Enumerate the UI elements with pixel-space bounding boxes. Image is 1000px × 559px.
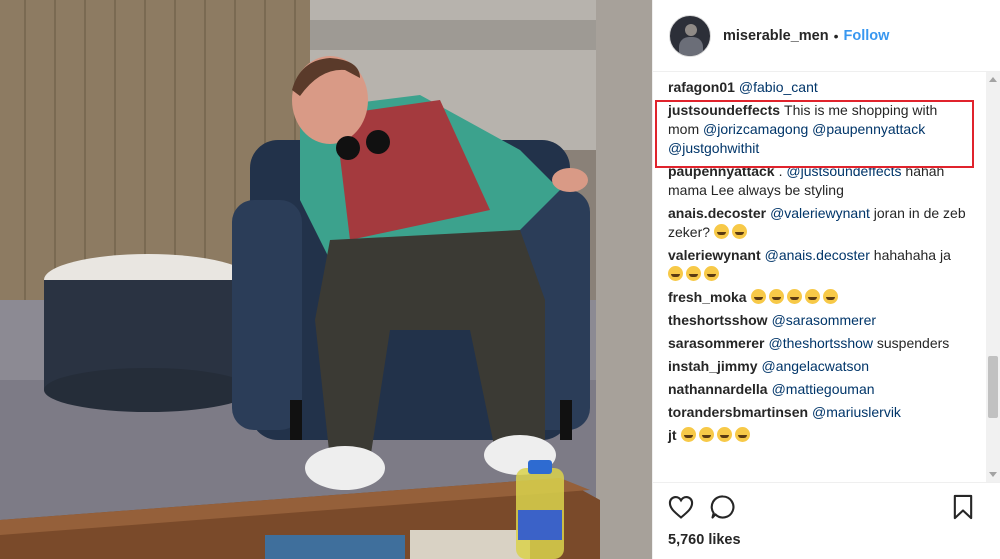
- bookmark-icon[interactable]: [949, 493, 977, 521]
- comments-list: rafagon01 @fabio_cant justsoundeffects This…: [653, 72, 989, 482]
- comment-author[interactable]: instah_jimmy: [668, 358, 757, 374]
- post-photo[interactable]: [0, 0, 652, 559]
- comment-mention-link[interactable]: @theshortsshow: [769, 335, 873, 351]
- post-side-panel: miserable_men • Follow rafagon01 @fabio_c…: [652, 0, 1000, 559]
- comment-item: torandersbmartinsen @mariuslervik: [668, 403, 968, 422]
- separator-dot: •: [833, 27, 839, 44]
- comment-item: rafagon01 @fabio_cant: [668, 78, 968, 97]
- comment-author[interactable]: nathannardella: [668, 381, 768, 397]
- comment-text: hahahaha ja: [869, 247, 951, 263]
- comment-author[interactable]: torandersbmartinsen: [668, 404, 808, 420]
- comment-author[interactable]: anais.decoster: [668, 205, 766, 221]
- grin-sweat-emoji: [680, 427, 696, 442]
- likes-count[interactable]: 5,760 likes: [668, 532, 741, 548]
- scroll-down-arrow-icon[interactable]: [989, 472, 997, 477]
- comment-mention-link[interactable]: @mariuslervik: [812, 404, 901, 420]
- comments-scrollbar[interactable]: [986, 72, 1000, 482]
- grin-sweat-emoji: [686, 266, 701, 281]
- grin-sweat-emoji: [716, 427, 732, 442]
- grin-sweat-emoji: [750, 289, 766, 304]
- comment-mention-link[interactable]: @justgohwithit: [668, 140, 759, 156]
- grin-sweat-emoji: [804, 289, 820, 304]
- comment-mention-link[interactable]: @sarasommerer: [772, 312, 876, 328]
- grin-sweat-emoji: [786, 289, 802, 304]
- grin-sweat-emoji: [822, 289, 838, 304]
- comment-item: sarasommerer @theshortsshow suspenders: [668, 334, 968, 353]
- comment-author[interactable]: justsoundeffects: [668, 102, 780, 118]
- comment-item: anais.decoster @valeriewynant joran in de…: [668, 204, 968, 242]
- comment-bubble-icon[interactable]: [709, 493, 737, 521]
- comment-item: valeriewynant @anais.decoster hahahaha ja: [668, 246, 968, 284]
- comment-mention-link[interactable]: @mattiegouman: [772, 381, 875, 397]
- comment-author[interactable]: sarasommerer: [668, 335, 765, 351]
- comment-mention-link[interactable]: @paupennyattack: [812, 121, 925, 137]
- comment-author[interactable]: valeriewynant: [668, 247, 761, 263]
- comment-author[interactable]: jt: [668, 427, 677, 443]
- comment-item: theshortsshow @sarasommerer: [668, 311, 968, 330]
- grin-sweat-emoji: [731, 224, 747, 239]
- post-header: miserable_men • Follow: [653, 0, 1000, 72]
- comment-text: suspenders: [873, 335, 950, 351]
- comment-item: justsoundeffects This is me shopping with…: [668, 101, 968, 158]
- smirk-emoji: [713, 224, 729, 239]
- scroll-up-arrow-icon[interactable]: [989, 77, 997, 82]
- grin-sweat-emoji: [704, 266, 719, 281]
- comment-mention-link[interactable]: @justsoundeffects: [786, 163, 901, 179]
- comment-author[interactable]: theshortsshow: [668, 312, 768, 328]
- grin-sweat-emoji: [734, 427, 750, 442]
- comment-mention-link[interactable]: @jorizcamagong: [703, 121, 808, 137]
- comment-author[interactable]: fresh_moka: [668, 289, 747, 305]
- grin-sweat-emoji: [668, 266, 683, 281]
- comment-item: jt: [668, 426, 968, 445]
- scroll-thumb[interactable]: [988, 356, 998, 418]
- post-username[interactable]: miserable_men: [723, 28, 829, 44]
- avatar[interactable]: [669, 14, 711, 57]
- grin-sweat-emoji: [698, 427, 714, 442]
- follow-button[interactable]: Follow: [844, 28, 890, 44]
- comment-mention-link[interactable]: @angelacwatson: [761, 358, 869, 374]
- action-bar: 5,760 likes: [653, 482, 1000, 559]
- comment-mention-link[interactable]: @anais.decoster: [765, 247, 870, 263]
- comment-item: paupennyattack. @justsoundeffects hahah …: [668, 162, 968, 200]
- comment-item: nathannardella @mattiegouman: [668, 380, 968, 399]
- comment-mention-link[interactable]: @fabio_cant: [739, 79, 818, 95]
- comment-author[interactable]: paupennyattack: [668, 163, 775, 179]
- grin-sweat-emoji: [768, 289, 784, 304]
- comment-author[interactable]: rafagon01: [668, 79, 735, 95]
- comment-item: instah_jimmy @angelacwatson: [668, 357, 968, 376]
- comment-item: fresh_moka: [668, 288, 968, 307]
- heart-icon[interactable]: [667, 493, 695, 521]
- photo-man-sleeping-in-chair: [0, 0, 652, 559]
- comment-mention-link[interactable]: @valeriewynant: [770, 205, 870, 221]
